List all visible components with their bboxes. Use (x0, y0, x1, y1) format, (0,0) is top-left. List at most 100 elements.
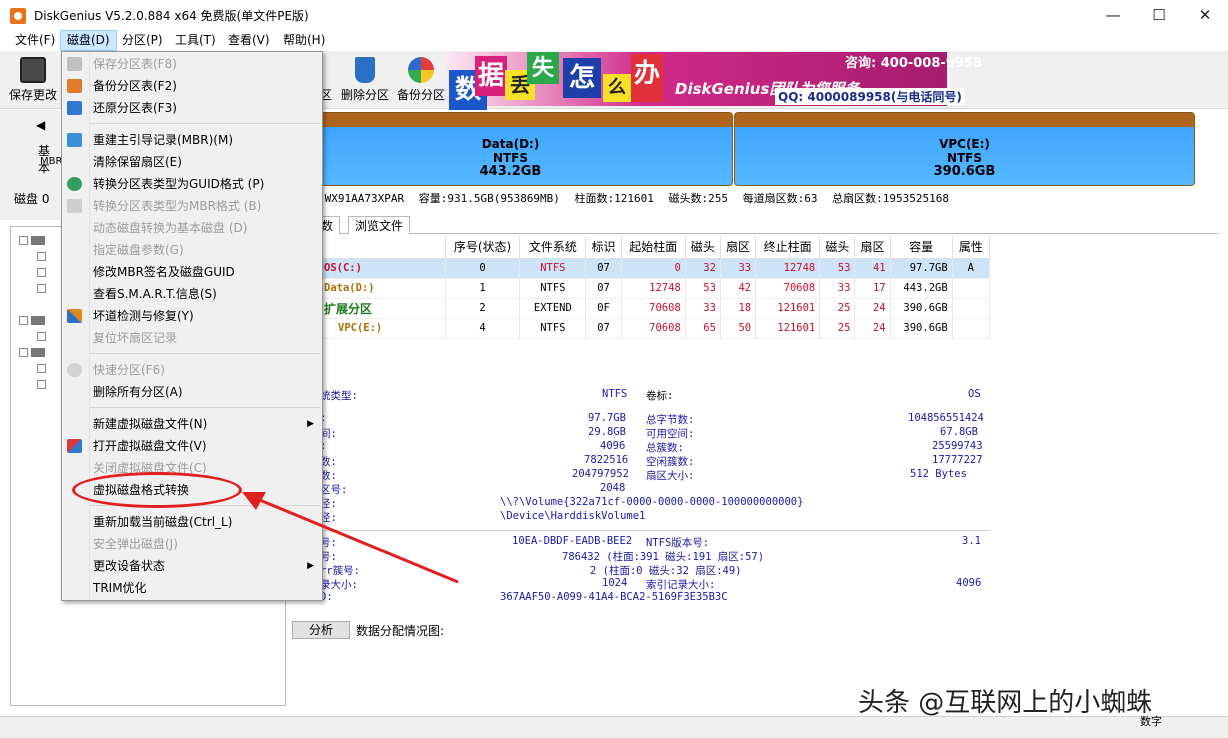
cell: 70608 (621, 318, 686, 339)
detail-value: 4096 (600, 440, 626, 452)
delete-partition-button[interactable]: 删除分区 (338, 55, 392, 105)
table-row[interactable]: OS(C:) 0 NTFS 07 0 32 33 12748 53 41 97.… (288, 258, 991, 279)
cell: 0 (621, 258, 686, 279)
menu-bar: 文件(F) 磁盘(D) 分区(P) 工具(T) 查看(V) 帮助(H) (0, 30, 1228, 51)
partition-name: VPC(E:) (939, 137, 990, 151)
menu-item-new-virtual-disk[interactable]: 新建虚拟磁盘文件(N) ▶ (62, 413, 322, 435)
delete-partition-label: 删除分区 (340, 88, 389, 102)
menu-item-label: 删除所有分区(A) (93, 385, 183, 399)
cell: 53 (685, 278, 721, 299)
mft-value: 786432 (柱面:391 磁头:191 扇区:57) (562, 551, 765, 563)
tree-node[interactable] (19, 345, 45, 359)
tree-node[interactable] (19, 233, 45, 247)
detail-value: 67.8GB (940, 426, 978, 438)
cell: 70608 (621, 298, 686, 319)
menu-item-label: 坏道检测与修复(Y) (93, 309, 194, 323)
table-row[interactable]: 扩展分区 2 EXTEND 0F 70608 33 18 121601 25 2… (288, 298, 991, 319)
table-row[interactable]: Data(D:) 1 NTFS 07 12748 53 42 70608 33 … (288, 278, 991, 299)
tree-node[interactable] (37, 329, 49, 343)
col-header[interactable]: 扇区 (720, 236, 757, 259)
menu-file[interactable]: 文件(F) (9, 30, 61, 51)
tree-node[interactable] (37, 265, 49, 279)
partition-block-vpc[interactable]: VPC(E:) NTFS 390.6GB (734, 112, 1195, 186)
menu-partition[interactable]: 分区(P) (116, 30, 169, 51)
detail-value: 7822516 (584, 454, 629, 466)
col-header[interactable]: 扇区 (854, 236, 891, 259)
menu-item-label: 安全弹出磁盘(J) (93, 537, 178, 551)
menu-item-rebuild-mbr[interactable]: 重建主引导记录(MBR)(M) (62, 129, 322, 151)
banner-phone: 咨询: 400-008-9958 (845, 56, 982, 71)
partition-block-data[interactable]: Data(D:) NTFS 443.2GB (288, 112, 733, 186)
window-title: DiskGenius V5.2.0.884 x64 免费版(单文件PE版) (34, 9, 309, 23)
annotation-arrow-icon (242, 492, 459, 584)
cell: 33 (685, 298, 721, 319)
partition-fs: NTFS (946, 151, 983, 165)
banner-char: 怎 (563, 58, 601, 98)
menu-item-smart-info[interactable]: 查看S.M.A.R.T.信息(S) (62, 283, 322, 305)
menu-tools[interactable]: 工具(T) (169, 30, 222, 51)
table-row[interactable]: VPC(E:) 4 NTFS 07 70608 65 50 121601 25 … (288, 318, 991, 339)
menu-disk[interactable]: 磁盘(D) (60, 30, 117, 51)
menu-item-bad-sector-check[interactable]: 坏道检测与修复(Y) (62, 305, 322, 327)
tree-node[interactable] (37, 281, 49, 295)
minimize-button[interactable]: — (1090, 0, 1136, 30)
cell: 32 (685, 258, 721, 279)
title-bar: DiskGenius V5.2.0.884 x64 免费版(单文件PE版) — … (0, 0, 1228, 30)
menu-item-convert-mbr[interactable]: 转换分区表类型为MBR格式 (B) (62, 195, 322, 217)
submenu-arrow-icon: ▶ (307, 419, 314, 429)
col-header[interactable]: 终止柱面 (755, 236, 821, 259)
restore-icon (67, 101, 82, 115)
col-header[interactable]: 标识 (585, 236, 622, 259)
menu-item-label: 更改设备状态 (93, 559, 166, 573)
menu-help[interactable]: 帮助(H) (277, 30, 331, 51)
col-header[interactable]: 属性 (952, 236, 991, 259)
cell: 17 (854, 278, 891, 299)
tree-node[interactable] (19, 313, 45, 327)
cell (952, 298, 991, 319)
cell: 121601 (755, 298, 821, 319)
cell: 42 (720, 278, 757, 299)
menu-item-save-partition-table[interactable]: 保存分区表(F8) (62, 53, 322, 75)
volume-label-value: OS (968, 388, 981, 400)
col-header[interactable]: 磁头 (819, 236, 856, 259)
menu-item-delete-all-partitions[interactable]: 删除所有分区(A) (62, 381, 322, 403)
banner-char: 么 (603, 74, 631, 102)
partition-size: 390.6GB (933, 164, 996, 179)
menu-item-modify-mbr-signature[interactable]: 修改MBR签名及磁盘GUID (62, 261, 322, 283)
tab-browse-files[interactable]: 浏览文件 (348, 216, 411, 234)
menu-item-reset-bad-sectors[interactable]: 复位坏扇区记录 (62, 327, 322, 349)
promo-banner[interactable]: 数 据 丢 失 怎 么 办 DiskGenius团队为您服务 咨询: 400-0… (445, 52, 982, 110)
trash-icon (355, 57, 375, 83)
backup-partition-button[interactable]: 备份分区 (394, 55, 448, 105)
col-header[interactable]: 序号(状态) (445, 236, 521, 259)
tree-node[interactable] (37, 249, 49, 263)
maximize-button[interactable]: ☐ (1136, 0, 1182, 30)
col-header[interactable]: 文件系统 (519, 236, 587, 259)
menu-item-label: 转换分区表类型为MBR格式 (B) (93, 199, 262, 213)
menu-item-backup-partition-table[interactable]: 备份分区表(F2) (62, 75, 322, 97)
record-size-value: 1024 (602, 577, 628, 589)
menu-item-convert-guid[interactable]: 转换分区表类型为GUID格式 (P) (62, 173, 322, 195)
tree-node[interactable] (37, 361, 49, 375)
nav-back-icon[interactable]: ◀ (36, 118, 45, 132)
menu-item-restore-partition-table[interactable]: 还原分区表(F3) (62, 97, 322, 119)
tools-icon (67, 309, 82, 323)
menu-item-dynamic-to-basic[interactable]: 动态磁盘转换为基本磁盘 (D) (62, 217, 322, 239)
save-changes-button[interactable]: 保存更改 (6, 55, 60, 105)
detail-label: NTFS版本号: (646, 537, 710, 549)
close-button[interactable]: ✕ (1182, 0, 1228, 30)
menu-item-open-virtual-disk[interactable]: 打开虚拟磁盘文件(V) (62, 435, 322, 457)
menu-item-clear-reserved[interactable]: 清除保留扇区(E) (62, 151, 322, 173)
col-header[interactable]: 磁头 (685, 236, 721, 259)
menu-view[interactable]: 查看(V) (222, 30, 276, 51)
tree-node[interactable] (37, 377, 49, 391)
menu-item-quick-partition[interactable]: 快速分区(F6) (62, 359, 322, 381)
detail-label: 总字节数: (646, 414, 695, 426)
save-changes-label: 保存更改 (8, 88, 57, 102)
col-header[interactable]: 容量 (890, 236, 953, 259)
menu-item-specify-params[interactable]: 指定磁盘参数(G) (62, 239, 322, 261)
menu-item-label: TRIM优化 (93, 581, 147, 595)
analyze-button[interactable]: 分析 (292, 621, 350, 639)
cell: 65 (685, 318, 721, 339)
col-header[interactable]: 起始柱面 (621, 236, 686, 259)
